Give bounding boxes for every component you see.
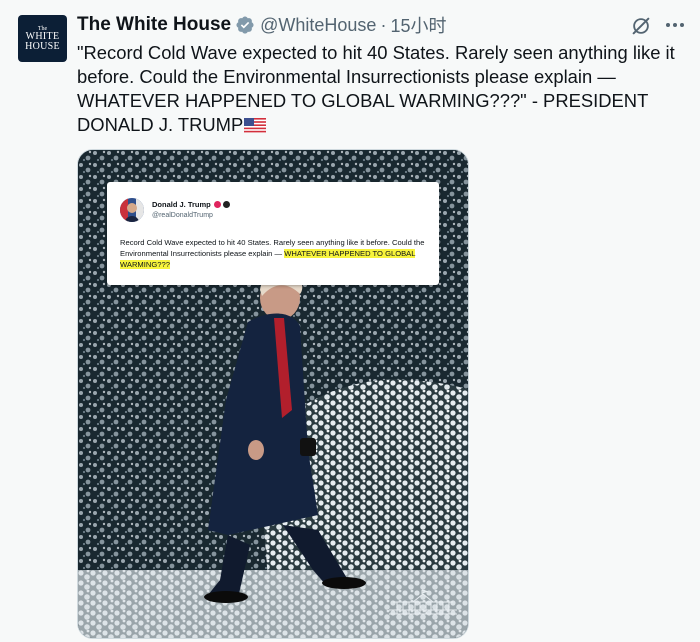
avatar-text-house: HOUSE	[25, 40, 60, 52]
account-handle[interactable]: @WhiteHouse	[260, 15, 376, 36]
tweet-text-body: "Record Cold Wave expected to hit 40 Sta…	[77, 42, 675, 135]
avatar[interactable]: The WHITE HOUSE	[18, 15, 67, 62]
verified-badge-icon	[236, 16, 254, 34]
tweet-text: "Record Cold Wave expected to hit 40 Sta…	[77, 41, 689, 137]
white-house-logo-icon	[389, 589, 457, 615]
tweet-media-image[interactable]: Donald J. Trump @realDonaldTrump Record …	[77, 149, 469, 639]
avatar-text-white: WHITE	[25, 30, 60, 42]
us-flag-icon	[244, 118, 267, 133]
embedded-party-icon	[222, 201, 230, 208]
separator-dot: ·	[380, 14, 387, 35]
embedded-post-avatar	[120, 198, 144, 222]
tweet-header: The White House @WhiteHouse · 15小时	[77, 14, 446, 36]
timestamp[interactable]: 15小时	[390, 12, 446, 38]
tweet[interactable]: The WHITE HOUSE The White House @WhiteHo…	[0, 0, 700, 642]
embedded-post-handle: @realDonaldTrump	[152, 212, 213, 219]
embedded-post-card: Donald J. Trump @realDonaldTrump Record …	[107, 182, 439, 285]
embedded-post-name-text: Donald J. Trump	[152, 200, 211, 209]
embedded-verified-icon	[213, 201, 221, 208]
embedded-post-name: Donald J. Trump	[152, 200, 230, 209]
more-icon[interactable]	[662, 14, 688, 36]
account-name[interactable]: The White House	[77, 14, 231, 36]
embedded-post-text: Record Cold Wave expected to hit 40 Stat…	[120, 237, 436, 270]
grok-icon[interactable]	[630, 15, 652, 37]
